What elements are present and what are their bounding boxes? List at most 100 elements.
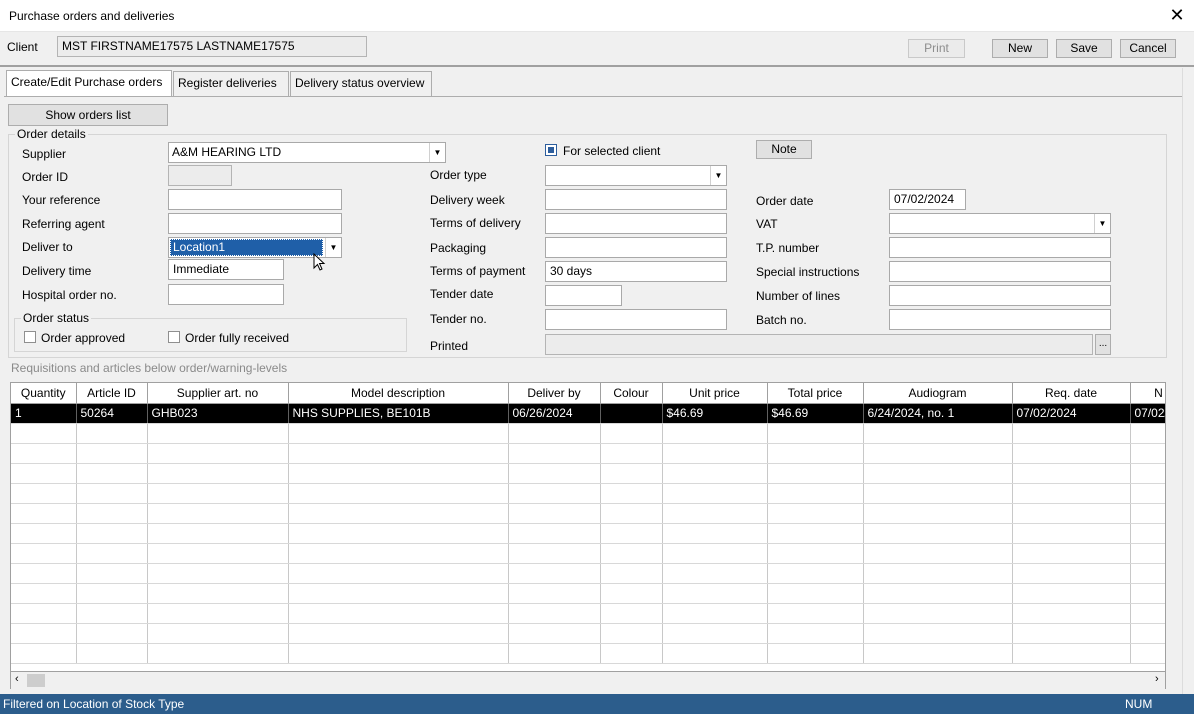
- column-header[interactable]: Colour: [600, 383, 663, 404]
- tender-date-label: Tender date: [430, 287, 494, 301]
- save-button[interactable]: Save: [1056, 39, 1112, 58]
- order-date-field[interactable]: 07/02/2024: [889, 189, 966, 210]
- column-header[interactable]: Audiogram: [863, 383, 1013, 404]
- table-cell: 1: [11, 403, 77, 424]
- table-cell: [1130, 643, 1165, 664]
- column-header[interactable]: Article ID: [76, 383, 148, 404]
- table-row[interactable]: [11, 483, 1165, 504]
- note-button[interactable]: Note: [756, 140, 812, 159]
- table-row[interactable]: [11, 623, 1165, 644]
- table-cell: [662, 503, 768, 524]
- table-row[interactable]: [11, 563, 1165, 584]
- status-bar: Filtered on Location of Stock Type NUM: [0, 694, 1194, 714]
- table-cell: [76, 543, 148, 564]
- terms-delivery-field[interactable]: [545, 213, 727, 234]
- special-instructions-label: Special instructions: [756, 265, 860, 279]
- vertical-scrollbar[interactable]: [1182, 68, 1194, 694]
- order-type-combo[interactable]: ▼: [545, 165, 727, 186]
- table-row[interactable]: [11, 543, 1165, 564]
- table-cell: [662, 523, 768, 544]
- delivery-week-field[interactable]: [545, 189, 727, 210]
- tender-no-field[interactable]: [545, 309, 727, 330]
- chevron-down-icon[interactable]: ▼: [710, 166, 726, 185]
- for-selected-client-checkbox[interactable]: [545, 144, 557, 156]
- tab-register-deliveries[interactable]: Register deliveries: [173, 71, 289, 96]
- table-cell: GHB023: [147, 403, 289, 424]
- delivery-time-field[interactable]: Immediate: [168, 259, 284, 280]
- printed-browse-button[interactable]: ...: [1095, 334, 1111, 355]
- print-button[interactable]: Print: [908, 39, 965, 58]
- table-row[interactable]: [11, 463, 1165, 484]
- terms-payment-field[interactable]: 30 days: [545, 261, 727, 282]
- table-row[interactable]: [11, 603, 1165, 624]
- table-cell: [288, 603, 509, 624]
- referring-agent-label: Referring agent: [22, 217, 105, 231]
- your-reference-field[interactable]: [168, 189, 342, 210]
- table-cell: [1012, 623, 1131, 644]
- batch-no-field[interactable]: [889, 309, 1111, 330]
- new-button[interactable]: New: [992, 39, 1048, 58]
- chevron-down-icon[interactable]: ▼: [1094, 214, 1110, 233]
- chevron-down-icon[interactable]: ▼: [325, 238, 341, 257]
- table-cell: [11, 603, 77, 624]
- delivery-time-label: Delivery time: [22, 264, 92, 278]
- scroll-thumb[interactable]: [27, 674, 45, 687]
- column-header[interactable]: Unit price: [662, 383, 768, 404]
- cancel-button[interactable]: Cancel: [1120, 39, 1176, 58]
- scroll-right-icon[interactable]: ›: [1155, 673, 1159, 685]
- column-header[interactable]: Req. date: [1012, 383, 1131, 404]
- chevron-down-icon[interactable]: ▼: [429, 143, 445, 162]
- table-row[interactable]: [11, 583, 1165, 604]
- column-header[interactable]: Deliver by: [508, 383, 601, 404]
- column-header[interactable]: Supplier art. no: [147, 383, 289, 404]
- tab-delivery-status[interactable]: Delivery status overview: [290, 71, 432, 96]
- order-fully-received-checkbox[interactable]: [168, 331, 180, 343]
- requisitions-grid[interactable]: Quantity Article ID Supplier art. no Model …: [10, 382, 1166, 672]
- horizontal-scrollbar[interactable]: ‹ ›: [10, 672, 1166, 689]
- table-cell: [1130, 603, 1165, 624]
- column-header[interactable]: Total price: [767, 383, 864, 404]
- table-row[interactable]: [11, 523, 1165, 544]
- table-cell: [600, 623, 663, 644]
- table-cell: [767, 563, 864, 584]
- scroll-left-icon[interactable]: ‹: [15, 673, 19, 685]
- column-header[interactable]: Model description: [288, 383, 509, 404]
- table-cell: [1130, 423, 1165, 444]
- supplier-combo[interactable]: A&M HEARING LTD ▼: [168, 142, 446, 163]
- table-row[interactable]: [11, 643, 1165, 664]
- table-row[interactable]: [11, 503, 1165, 524]
- table-cell: [288, 503, 509, 524]
- packaging-field[interactable]: [545, 237, 727, 258]
- number-of-lines-label: Number of lines: [756, 289, 841, 303]
- table-row[interactable]: 1 50264 GHB023 NHS SUPPLIES, BE101B 06/26/20…: [11, 403, 1165, 424]
- table-cell: [600, 543, 663, 564]
- table-cell: [288, 643, 509, 664]
- close-icon[interactable]: ✕: [1165, 4, 1189, 28]
- tp-number-field[interactable]: [889, 237, 1111, 258]
- table-cell: [1130, 583, 1165, 604]
- table-cell: [147, 623, 289, 644]
- table-cell: [288, 563, 509, 584]
- vat-label: VAT: [756, 217, 778, 231]
- table-row[interactable]: [11, 443, 1165, 464]
- referring-agent-field[interactable]: [168, 213, 342, 234]
- show-orders-list-button[interactable]: Show orders list: [8, 104, 168, 126]
- column-header[interactable]: N: [1130, 383, 1165, 404]
- table-cell: [147, 423, 289, 444]
- separator: [0, 65, 1194, 67]
- special-instructions-field[interactable]: [889, 261, 1111, 282]
- vat-combo[interactable]: ▼: [889, 213, 1111, 234]
- table-row[interactable]: [11, 423, 1165, 444]
- number-of-lines-field[interactable]: [889, 285, 1111, 306]
- table-cell: [1012, 463, 1131, 484]
- requisitions-table: Quantity Article ID Supplier art. no Model …: [11, 383, 1165, 664]
- table-cell: [508, 603, 601, 624]
- tab-create-edit[interactable]: Create/Edit Purchase orders: [6, 70, 172, 97]
- hospital-order-field[interactable]: [168, 284, 284, 305]
- order-approved-checkbox[interactable]: [24, 331, 36, 343]
- table-cell: [147, 603, 289, 624]
- mouse-cursor-icon: [313, 253, 326, 271]
- tender-date-field[interactable]: [545, 285, 622, 306]
- table-cell: [863, 423, 1013, 444]
- column-header[interactable]: Quantity: [11, 383, 77, 404]
